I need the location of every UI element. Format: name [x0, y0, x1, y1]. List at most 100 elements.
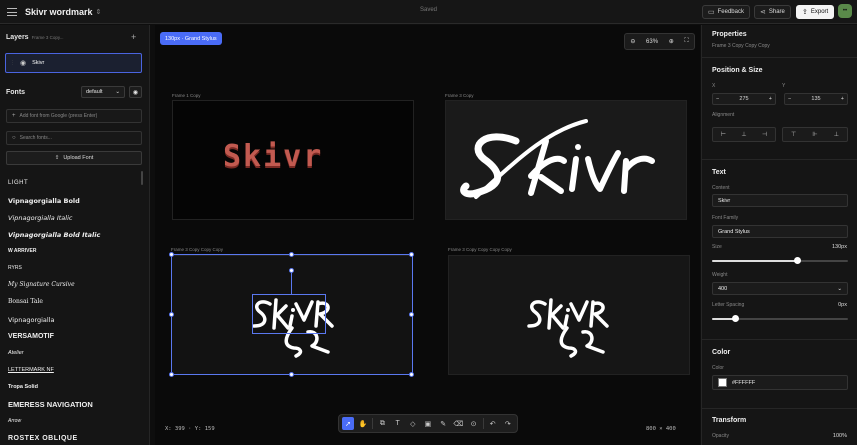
add-google-font-input[interactable]: + Add font from Google (press Enter) [6, 109, 142, 123]
sidebar-toggle-icon[interactable] [7, 7, 17, 16]
zoom-out-icon[interactable]: ⊖ [630, 38, 635, 45]
eraser-tool-icon[interactable]: ⌫ [452, 417, 464, 430]
minus-icon[interactable]: − [788, 96, 791, 102]
upload-font-button[interactable]: ⇪ Upload Font [6, 151, 142, 165]
font-list-item[interactable]: ROSTEX OBLIQUE [8, 435, 78, 442]
align-top-icon[interactable]: ⊤ [791, 131, 796, 138]
y-value[interactable]: 135 [811, 96, 820, 102]
font-list-item[interactable]: Vipnagorgialla Italic [8, 214, 72, 222]
slider-fill [712, 260, 798, 262]
font-list-item[interactable]: LETTERMARK NF [8, 367, 54, 373]
frame-4[interactable] [448, 255, 690, 375]
font-family-input[interactable]: Grand Stylus [712, 225, 848, 238]
color-swatch[interactable] [718, 378, 727, 387]
preview-toggle-button[interactable]: ◉ [129, 86, 142, 98]
feedback-button[interactable]: ▭ Feedback [702, 5, 750, 19]
hand-tool-icon[interactable]: ✋ [357, 417, 369, 430]
chevron-down-icon: ⌄ [837, 285, 842, 292]
size-slider[interactable] [712, 257, 848, 264]
font-search-input[interactable]: ○ Search fonts... [6, 131, 142, 145]
text-tool-icon[interactable]: T [392, 417, 404, 430]
redo-icon[interactable]: ↷ [502, 417, 514, 430]
align-middle-icon[interactable]: ⊩ [812, 131, 817, 138]
font-badge: 130px · Grand Stylus [160, 32, 222, 45]
slider-knob[interactable] [794, 257, 802, 264]
frame-1[interactable]: Skivr [172, 100, 414, 220]
chevron-down-icon: ⌄ [115, 89, 120, 95]
cursor-coordinates: X: 399 · Y: 159 [165, 426, 215, 432]
resize-handle[interactable] [169, 312, 174, 317]
canvas[interactable]: 130px · Grand Stylus ⊖ 63% ⊕ ⛶ Frame 1 C… [155, 25, 700, 445]
font-list-item[interactable]: RYRS [8, 265, 22, 271]
weight-select[interactable]: 400 ⌄ [712, 282, 848, 295]
project-title[interactable]: Skivr wordmark [25, 7, 93, 17]
font-filter-select[interactable]: default ⌄ [81, 86, 125, 98]
align-left-icon[interactable]: ⊢ [721, 131, 726, 138]
align-right-icon[interactable]: ⊣ [762, 131, 767, 138]
frame-2[interactable] [445, 100, 687, 220]
x-stepper[interactable]: − 275 + [712, 93, 776, 105]
font-list-item[interactable]: Vipnagorgialla Bold [8, 197, 80, 205]
resize-handle[interactable] [289, 372, 294, 377]
resize-handle[interactable] [169, 372, 174, 377]
resize-handle[interactable] [409, 312, 414, 317]
export-button[interactable]: ⇪ Export [796, 5, 835, 19]
scrollbar[interactable] [141, 171, 143, 185]
font-family-label: Font Family [712, 215, 739, 221]
properties-panel: Properties Frame 3 Copy Copy Copy Positi… [701, 25, 857, 445]
font-list-item[interactable]: EMERESS NAVIGATION [8, 400, 93, 409]
minus-icon[interactable]: − [716, 96, 719, 102]
align-center-icon[interactable]: ⊥ [741, 131, 746, 138]
layer-item[interactable]: ⋮ ◉ Skivr [5, 53, 142, 73]
resize-handle[interactable] [409, 252, 414, 257]
avatar[interactable]: •• [838, 4, 852, 18]
pen-tool-icon[interactable]: ✎ [437, 417, 449, 430]
more-tools-icon[interactable]: ⊙ [467, 417, 479, 430]
zoom-in-icon[interactable]: ⊕ [669, 38, 674, 45]
resize-handle[interactable] [289, 252, 294, 257]
slider-knob[interactable] [731, 315, 739, 322]
color-input[interactable]: #FFFFFF [712, 375, 848, 390]
rotate-handle[interactable] [289, 268, 294, 273]
frame-label: Frame 1 Copy [172, 93, 201, 98]
drag-handle-icon[interactable]: ⋮ [10, 60, 15, 66]
font-list-item[interactable]: Tropa Solid [8, 384, 38, 390]
plus-icon[interactable]: + [769, 96, 772, 102]
font-list-item[interactable]: LIGHT [8, 180, 28, 186]
share-button[interactable]: ⋖ Share [754, 5, 791, 19]
transform-heading: Transform [712, 417, 747, 424]
crop-tool-icon[interactable]: ⧉ [376, 417, 388, 430]
font-list-item[interactable]: W ARRIVER [8, 248, 36, 254]
letter-spacing-slider[interactable] [712, 315, 848, 322]
eye-icon[interactable]: ◉ [20, 59, 26, 67]
resize-handle[interactable] [169, 252, 174, 257]
properties-subtitle: Frame 3 Copy Copy Copy [712, 43, 770, 49]
chevron-updown-icon[interactable]: ⇕ [96, 8, 102, 16]
undo-icon[interactable]: ↶ [487, 417, 499, 430]
resize-handle[interactable] [409, 372, 414, 377]
fit-screen-icon[interactable]: ⛶ [684, 38, 688, 45]
add-layer-icon[interactable]: + [131, 32, 136, 42]
content-input[interactable]: Skivr [712, 194, 848, 207]
image-tool-icon[interactable]: ▣ [422, 417, 434, 430]
frame-text: Skivr [223, 139, 324, 174]
upload-icon: ⇪ [54, 155, 60, 161]
font-list-item[interactable]: Vipnagorgialla Bold Italic [8, 231, 100, 239]
select-tool-icon[interactable]: ➚ [342, 417, 355, 430]
y-stepper[interactable]: − 135 + [784, 93, 848, 105]
message-icon: ▭ [708, 9, 715, 16]
plus-icon[interactable]: + [841, 96, 844, 102]
align-bottom-icon[interactable]: ⊥ [834, 131, 839, 138]
x-value[interactable]: 275 [739, 96, 748, 102]
text-selection-box[interactable] [252, 294, 326, 334]
shape-tool-icon[interactable]: ◇ [407, 417, 419, 430]
font-list-item[interactable]: VERSAMOTIF [8, 333, 54, 340]
font-list-item[interactable]: My Signature Cursive [8, 281, 75, 288]
font-list-item[interactable]: Vipnagorgialla [8, 316, 55, 324]
top-bar: Skivr wordmark ⇕ Saved ▭ Feedback ⋖ Share … [0, 0, 857, 24]
size-value: 130px [832, 244, 847, 250]
font-list-item[interactable]: Bonsai Tale [8, 298, 43, 305]
font-list-item[interactable]: Atelier [8, 350, 24, 356]
frame-label: Frame 3 Copy [445, 93, 474, 98]
font-list-item[interactable]: Arrow [8, 418, 21, 424]
